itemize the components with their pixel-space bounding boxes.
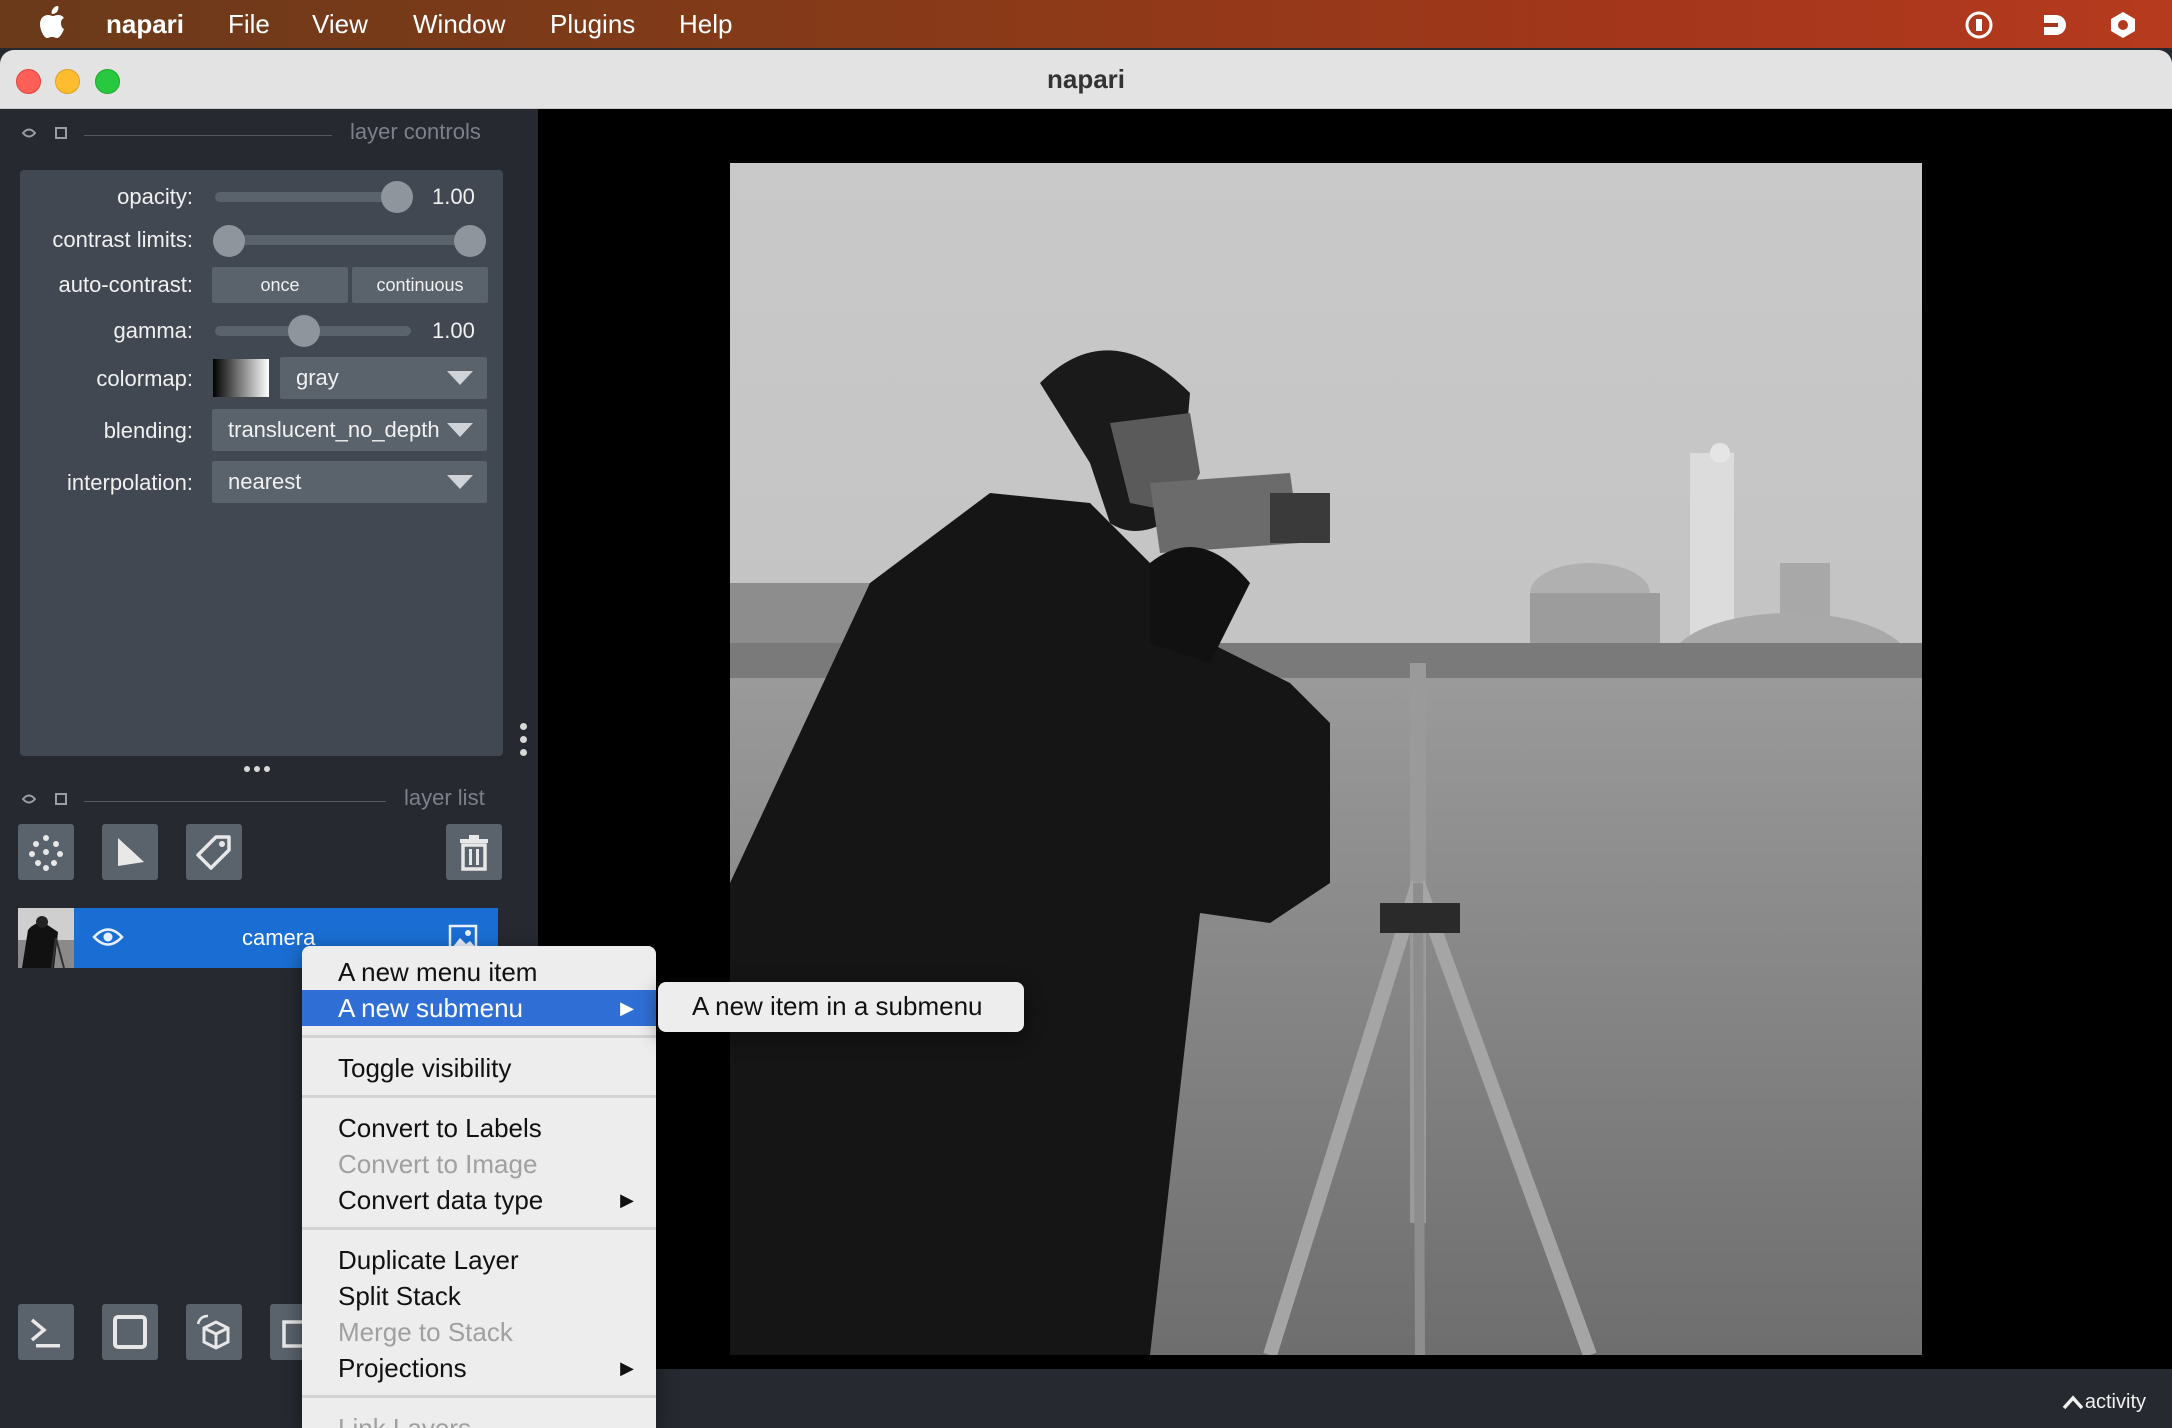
gamma-slider-handle[interactable] [288,315,320,347]
eye-icon[interactable] [92,926,124,948]
contrast-limits-label: contrast limits: [52,227,193,252]
auto-contrast-label: auto-contrast: [58,272,193,297]
new-points-layer-button[interactable] [18,824,74,880]
context-submenu: A new item in a submenu [658,982,1024,1032]
colormap-label: colormap: [96,366,193,391]
new-shapes-layer-button[interactable] [102,824,158,880]
menu-file[interactable]: File [228,9,270,40]
menu-view[interactable]: View [312,9,368,40]
status-d-icon[interactable] [2040,11,2070,39]
menu-separator [302,1095,656,1098]
menu-item-duplicate-layer[interactable]: Duplicate Layer [302,1242,656,1278]
points-icon [29,835,63,871]
layer-thumbnail [18,908,74,968]
menu-item-toggle-visibility[interactable]: Toggle visibility [302,1050,656,1086]
contrast-max-handle[interactable] [454,225,486,257]
menu-item-split-stack[interactable]: Split Stack [302,1278,656,1314]
layer-list-title: layer list [404,785,485,810]
shapes-icon [118,838,144,866]
menu-window[interactable]: Window [413,9,505,40]
dock-header-divider [84,801,386,802]
gamma-value: 1.00 [432,318,475,343]
menu-help[interactable]: Help [679,9,732,40]
dock-header-divider [84,135,332,136]
interpolation-value: nearest [228,469,302,494]
menu-item-merge-stack: Merge to Stack [338,1317,513,1347]
opacity-value: 1.00 [432,184,475,209]
trash-icon [460,835,488,871]
transpose-icon [282,1320,304,1348]
chevron-down-icon [447,475,473,489]
menu-plugins[interactable]: Plugins [550,9,635,40]
ndisplay-2d-button[interactable] [102,1304,158,1360]
chevron-down-icon [447,423,473,437]
submenu-arrow-icon: ▶ [620,1358,634,1378]
menu-item-new-item[interactable]: A new menu item [302,954,656,990]
status-hex-icon[interactable] [2108,11,2138,39]
layer-controls-dock-header: layer controls [0,114,520,154]
transpose-button[interactable] [270,1304,304,1360]
chevron-up-icon [2062,1395,2084,1410]
menu-item-convert-image: Convert to Image [338,1149,538,1179]
activity-label: activity [2084,1391,2146,1413]
cube-roll-icon [196,1314,230,1350]
new-labels-layer-button[interactable] [186,824,242,880]
roll-dimensions-button[interactable] [186,1304,242,1360]
submenu-item-new-item[interactable]: A new item in a submenu [692,991,983,1022]
status-bar: activity [538,1369,2172,1428]
vertical-splitter-handle[interactable] [519,723,529,757]
app-menu-napari[interactable]: napari [106,9,184,40]
console-icon [30,1318,60,1348]
auto-contrast-continuous-button[interactable]: continuous [352,267,488,303]
menu-separator [302,1227,656,1230]
menu-item-new-submenu[interactable]: A new submenu ▶ [302,990,656,1026]
tag-icon [196,835,231,870]
window-title: napari [1046,64,1126,94]
layer-context-menu: A new menu item A new submenu ▶ Toggle vi… [302,946,656,1428]
delete-layer-button[interactable] [446,824,502,880]
menu-item-convert-labels[interactable]: Convert to Labels [302,1110,656,1146]
interpolation-label: interpolation: [67,470,193,495]
blending-dropdown[interactable]: translucent_no_depth [212,409,487,451]
dock-float-icon[interactable] [22,126,36,140]
interpolation-dropdown[interactable]: nearest [212,461,487,503]
dock-close-icon[interactable] [54,126,68,140]
menu-separator [302,1035,656,1038]
menu-separator [302,1395,656,1398]
colormap-value: gray [296,365,339,390]
menu-item-projections[interactable]: Projections ▶ [302,1350,656,1386]
menu-item-link-layers: Link Layers [338,1413,471,1428]
square-icon [113,1315,147,1349]
system-menu-bar: napari File View Window Plugins Help [0,0,2172,48]
window-titlebar: napari [0,50,2172,109]
activity-button[interactable]: activity [2061,1391,2146,1414]
console-button[interactable] [18,1304,74,1360]
layer-controls-title: layer controls [350,119,481,144]
menu-item-convert-dtype[interactable]: Convert data type ▶ [302,1182,656,1218]
blending-label: blending: [103,418,193,443]
auto-contrast-once-button[interactable]: once [212,267,348,303]
horizontal-splitter-handle[interactable] [242,764,272,774]
status-circle-icon[interactable] [1964,11,1994,39]
apple-icon[interactable] [38,6,66,38]
dock-close-icon[interactable] [54,792,68,806]
gamma-label: gamma: [113,318,193,343]
contrast-limits-slider[interactable] [215,235,485,245]
contrast-min-handle[interactable] [213,225,245,257]
submenu-arrow-icon: ▶ [620,998,634,1018]
chevron-down-icon [447,371,473,385]
layer-list-dock-header: layer list [0,780,520,820]
blending-value: translucent_no_depth [228,417,440,442]
layer-controls-panel: opacity: 1.00 contrast limits: auto-cont… [20,170,503,756]
colormap-dropdown[interactable]: gray [280,357,487,399]
opacity-slider-handle[interactable] [381,181,413,213]
colormap-preview-swatch [213,359,269,397]
submenu-arrow-icon: ▶ [620,1190,634,1210]
dock-float-icon[interactable] [22,792,36,806]
camera-image [730,163,1922,1355]
opacity-label: opacity: [117,184,193,209]
